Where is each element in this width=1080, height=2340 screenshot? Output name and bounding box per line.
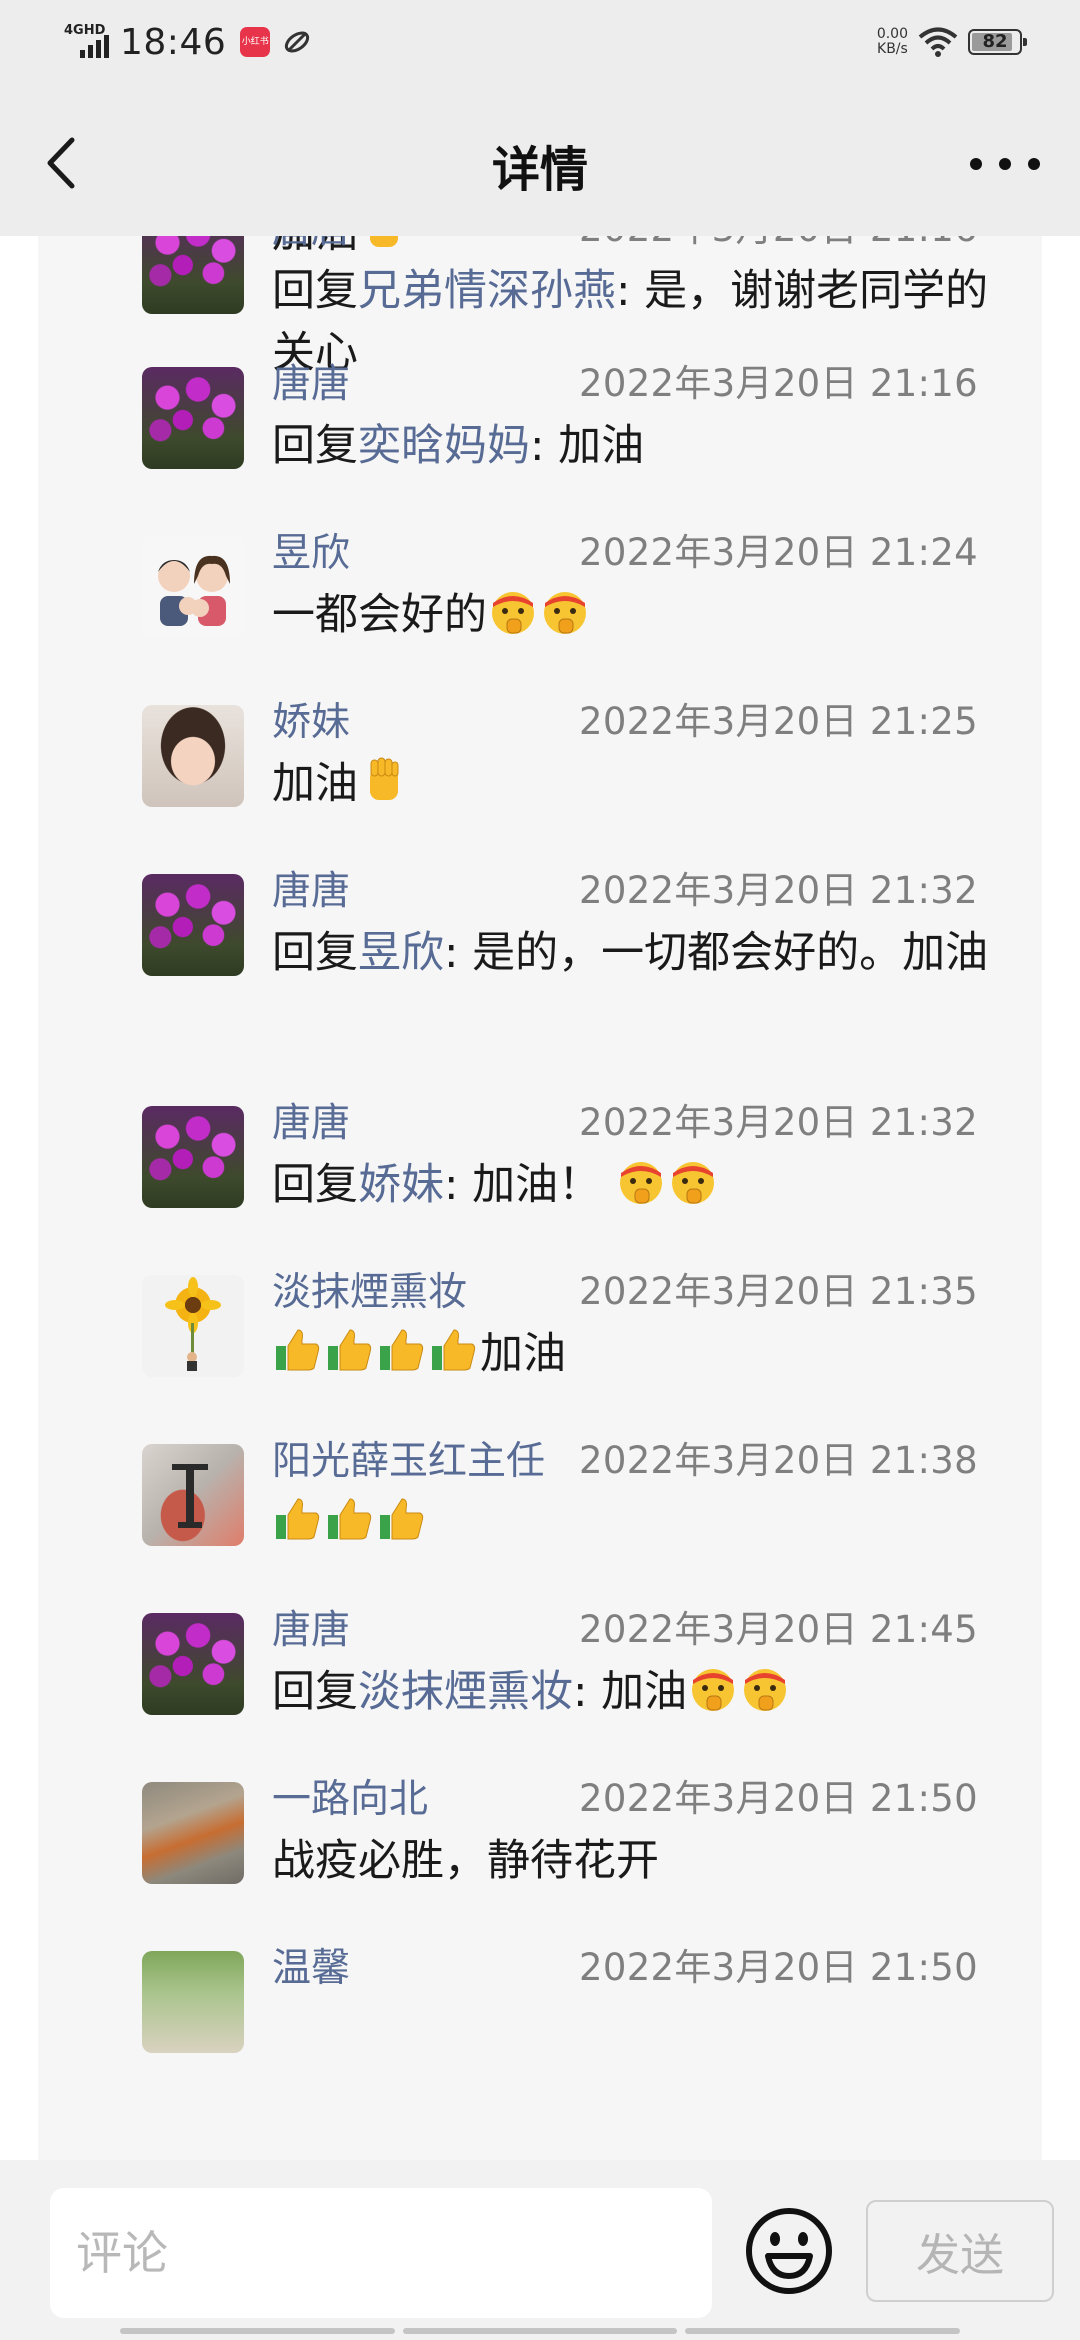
raised-fist-icon	[370, 236, 398, 247]
shushing-face-icon	[619, 1162, 662, 1204]
reply-to-name[interactable]: 奕晗妈妈	[358, 421, 530, 471]
commenter-name[interactable]: 淡抹煙熏妆	[272, 1261, 467, 1317]
reply-prefix: 回复	[272, 266, 358, 316]
comment-text: 加油	[272, 1323, 1012, 1385]
comment-list-scroll[interactable]: 加油 唐唐 2022年3月20日 21:16 回复兄弟情深孙燕: 是，谢谢老同学…	[0, 236, 1080, 2160]
status-time: 18:46	[120, 21, 227, 63]
avatar[interactable]	[142, 367, 244, 469]
comment-body: 一都会好的	[272, 590, 487, 640]
reply-to-name[interactable]: 昱欣	[358, 928, 444, 978]
thumbs-up-icon	[276, 1329, 320, 1371]
page-title: 详情	[491, 142, 588, 198]
battery-level: 82	[982, 31, 1008, 52]
comment-text: 回复奕晗妈妈: 加油	[272, 415, 1012, 477]
reply-prefix: 回复	[272, 1667, 358, 1717]
shushing-face-icon	[692, 1669, 735, 1711]
reply-prefix: 回复	[272, 1160, 358, 1210]
comment-body: : 加油	[573, 1667, 688, 1717]
commenter-name[interactable]: 阳光薛玉红主任	[272, 1430, 545, 1486]
thumbs-up-icon	[328, 1498, 372, 1540]
thumbs-up-icon	[432, 1329, 476, 1371]
avatar[interactable]	[142, 1613, 244, 1715]
comment-body: 加油	[272, 759, 358, 809]
shushing-face-icon	[492, 592, 534, 634]
commenter-name[interactable]: 一路向北	[272, 1768, 428, 1824]
comment-time: 2022年3月20日 21:45	[579, 1608, 978, 1651]
avatar[interactable]	[142, 1106, 244, 1208]
nav-header: 详情	[0, 84, 1080, 236]
speed-unit: KB/s	[877, 41, 908, 57]
comment-time: 2022年3月20日 21:16	[579, 236, 978, 252]
comment-body: : 加油	[530, 421, 645, 471]
comment-time: 2022年3月20日 21:50	[579, 1777, 978, 1820]
commenter-name[interactable]: 娇妹	[272, 691, 350, 747]
comment-text: 回复娇妹: 加油！	[272, 1154, 1012, 1216]
reply-to-name[interactable]: 兄弟情深孙燕	[358, 266, 616, 316]
home-indicator	[120, 2328, 961, 2334]
battery-icon: 82	[968, 29, 1027, 55]
commenter-name[interactable]: 唐唐	[272, 353, 350, 409]
commenter-name[interactable]: 昱欣	[272, 522, 350, 578]
shushing-face-icon	[744, 1669, 787, 1711]
commenter-name[interactable]: 唐唐	[272, 860, 350, 916]
xiaohongshu-notification-icon: 小红书	[240, 27, 271, 57]
status-bar: 4GHD 18:46 小红书 0.00 KB/s 82	[0, 0, 1080, 84]
comment-time: 2022年3月20日 21:32	[579, 1101, 978, 1144]
comment-time: 2022年3月20日 21:24	[579, 531, 978, 574]
commenter-name[interactable]: 唐唐	[272, 1599, 350, 1655]
cellular-signal-icon: 4GHD	[64, 22, 114, 62]
comment-time: 2022年3月20日 21:50	[579, 1946, 978, 1989]
comment-body: 加油	[480, 1329, 566, 1379]
comment-time: 2022年3月20日 21:25	[579, 700, 978, 743]
avatar[interactable]	[142, 1444, 244, 1546]
commenter-name[interactable]: 唐唐	[272, 236, 350, 254]
comment-text: 加油	[272, 753, 1012, 815]
thumbs-up-icon	[380, 1498, 424, 1540]
commenter-name[interactable]: 温馨	[272, 1937, 350, 1993]
raised-fist-icon	[370, 757, 399, 800]
more-dots-icon[interactable]	[970, 144, 1040, 184]
comment-text: 战疫必胜，静待花开	[272, 1830, 1012, 1892]
comment-text: 回复淡抹煙熏妆: 加油	[272, 1661, 1012, 1723]
comment-time: 2022年3月20日 21:35	[579, 1270, 978, 1313]
comment-text: 一都会好的	[272, 584, 1012, 646]
comment-body: : 加油！	[444, 1160, 602, 1210]
comment-body: 战疫必胜，静待花开	[272, 1836, 659, 1886]
thumbs-up-icon	[328, 1329, 372, 1371]
comment-time: 2022年3月20日 21:38	[579, 1439, 978, 1482]
comment-body: : 是的，一切都会好的。加油	[444, 928, 989, 978]
reply-to-name[interactable]: 娇妹	[358, 1160, 444, 1210]
avatar[interactable]	[142, 536, 244, 638]
comment-text: 回复昱欣: 是的，一切都会好的。加油	[272, 922, 1012, 984]
comment-time: 2022年3月20日 21:32	[579, 869, 978, 912]
thumbs-up-icon	[276, 1498, 320, 1540]
reply-to-name[interactable]: 淡抹煙熏妆	[358, 1667, 573, 1717]
send-button[interactable]: 发送	[866, 2200, 1054, 2302]
app-badge-text: 小红书	[241, 37, 269, 47]
commenter-name[interactable]: 唐唐	[272, 1092, 350, 1148]
sync-notification-icon	[285, 31, 310, 53]
avatar[interactable]	[142, 705, 244, 807]
comment-input[interactable]	[50, 2188, 712, 2318]
thumbs-up-icon	[380, 1329, 424, 1371]
comment-text	[272, 1492, 1012, 1554]
comment-panel: 加油 唐唐 2022年3月20日 21:16 回复兄弟情深孙燕: 是，谢谢老同学…	[38, 236, 1042, 2160]
reply-prefix: 回复	[272, 421, 358, 471]
comment-composer: 发送	[0, 2160, 1080, 2340]
smiley-face-icon[interactable]	[744, 2206, 834, 2296]
shushing-face-icon	[671, 1162, 714, 1204]
shushing-face-icon	[544, 592, 586, 634]
network-speed: 0.00 KB/s	[877, 27, 908, 57]
comment-time: 2022年3月20日 21:16	[579, 362, 978, 405]
avatar[interactable]	[142, 236, 244, 314]
avatar[interactable]	[142, 1782, 244, 1884]
speed-value: 0.00	[876, 26, 908, 42]
wifi-icon	[918, 27, 958, 57]
avatar[interactable]	[142, 1275, 244, 1377]
avatar[interactable]	[142, 1951, 244, 2053]
reply-prefix: 回复	[272, 928, 358, 978]
avatar[interactable]	[142, 874, 244, 976]
